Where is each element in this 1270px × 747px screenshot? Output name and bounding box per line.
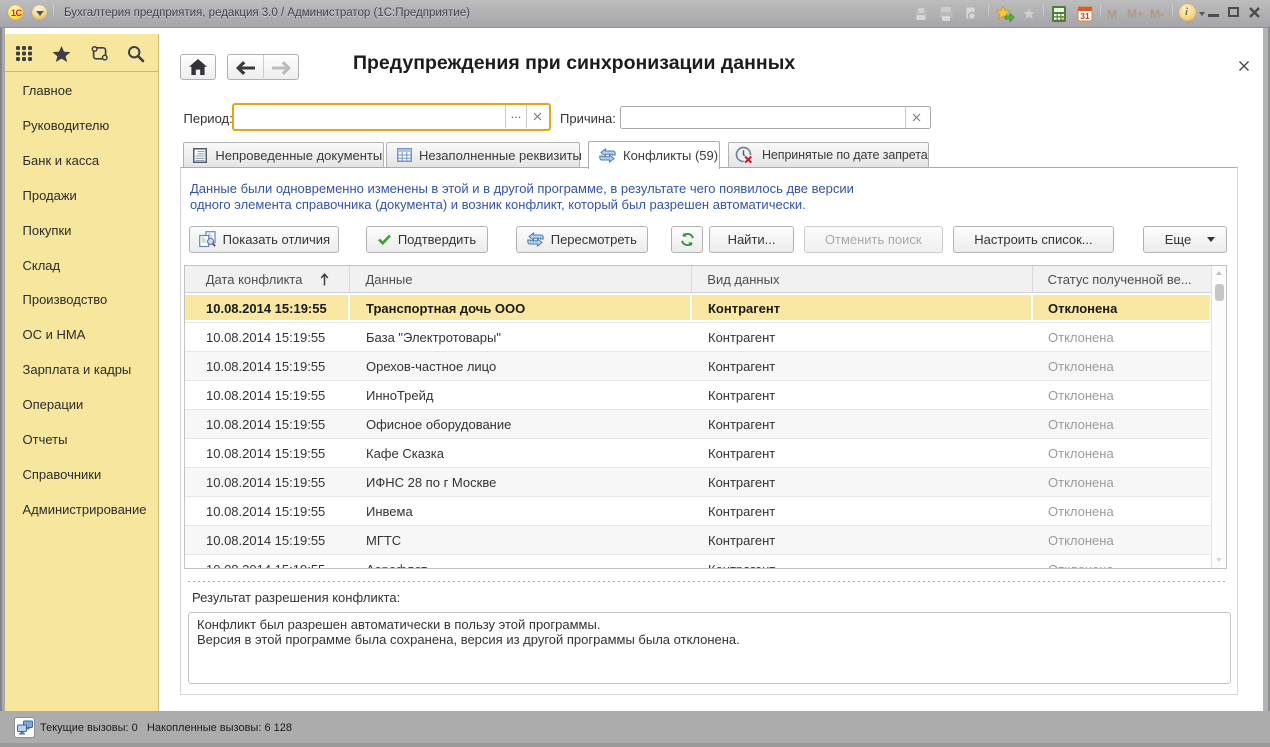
svg-text:31: 31 [1080, 11, 1090, 21]
